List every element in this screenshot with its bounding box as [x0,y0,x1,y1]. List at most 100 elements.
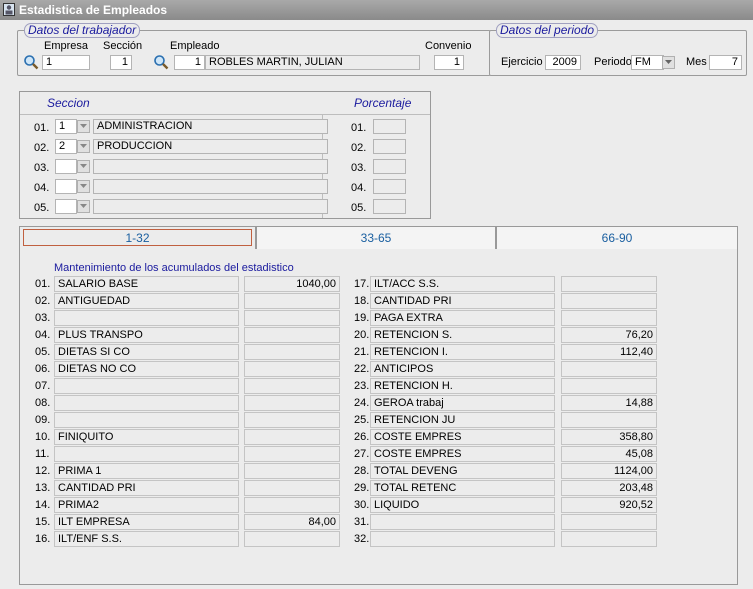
chevron-down-icon [80,204,87,208]
acumulado-value-field[interactable]: 45,08 [561,446,657,462]
tab-1-32[interactable]: 1-32 [19,226,256,250]
acumulado-value-field[interactable]: 920,52 [561,497,657,513]
acumulado-value-field[interactable] [244,497,340,513]
acumulado-number: 19. [354,312,370,324]
seccion-code-field[interactable] [55,199,77,214]
seccion-name-field [93,199,328,214]
acumulado-value-field[interactable]: 112,40 [561,344,657,360]
trabajador-legend: Datos del trabajador [24,23,141,38]
acumulado-number: 21. [354,346,370,358]
acumulado-value-field[interactable] [561,531,657,547]
seccion-label: Sección [103,40,143,52]
acumulado-value-field[interactable] [561,412,657,428]
acumulado-value-field[interactable] [244,412,340,428]
acumulado-number: 08. [35,397,51,409]
ejercicio-field[interactable]: 2009 [545,55,581,70]
seccion-row-number: 04. [34,182,50,194]
periodo-select[interactable]: FM [631,55,664,70]
acumulado-value-field[interactable] [561,378,657,394]
seccion-dropdown-button[interactable] [77,140,90,153]
seccion-code-field[interactable]: 2 [55,139,77,154]
seccion-dropdown-button[interactable] [77,180,90,193]
acumulado-value-field[interactable] [244,429,340,445]
acumulado-value-field[interactable] [561,293,657,309]
seccion-dropdown-button[interactable] [77,120,90,133]
seccion-row-number: 02. [34,142,50,154]
seccion-code-field[interactable]: 1 [55,119,77,134]
acumulado-concept: RETENCION H. [370,378,555,394]
acumulado-value-field[interactable] [244,361,340,377]
window-titlebar[interactable]: Estadistica de Empleados [0,0,753,20]
acumulado-concept: ANTICIPOS [370,361,555,377]
acumulado-concept: RETENCION JU [370,412,555,428]
porcentaje-field[interactable] [373,179,406,194]
porcentaje-field[interactable] [373,199,406,214]
acumulado-value-field[interactable] [244,446,340,462]
tab-66-90[interactable]: 66-90 [496,226,738,250]
acumulado-value-field[interactable]: 358,80 [561,429,657,445]
seccion-name-field [93,179,328,194]
acumulado-value-field[interactable] [561,310,657,326]
acumulado-value-field[interactable]: 1040,00 [244,276,340,292]
acumulado-number: 07. [35,380,51,392]
acumulado-concept: PAGA EXTRA [370,310,555,326]
porcentaje-row-number: 03. [351,162,367,174]
acumulado-value-field[interactable]: 84,00 [244,514,340,530]
porcentaje-field[interactable] [373,159,406,174]
porcentaje-row-number: 05. [351,202,367,214]
acumulado-value-field[interactable] [244,344,340,360]
acumulado-value-field[interactable] [244,310,340,326]
acumulado-concept: TOTAL RETENC [370,480,555,496]
empresa-label: Empresa [44,40,89,52]
acumulado-value-field[interactable] [561,361,657,377]
acumulado-value-field[interactable] [244,378,340,394]
porcentaje-row-number: 02. [351,142,367,154]
periodo-legend: Datos del periodo [496,23,599,38]
acumulado-value-field[interactable] [561,276,657,292]
mes-label: Mes [686,56,707,68]
porcentaje-header: Porcentaje [354,96,412,110]
convenio-field[interactable]: 1 [434,55,464,70]
acumulado-value-field[interactable]: 1124,00 [561,463,657,479]
acumulado-concept [370,514,555,530]
tab-33-65[interactable]: 33-65 [256,226,496,250]
acumulado-concept: DIETAS SI CO [54,344,239,360]
acumulado-value-field[interactable]: 203,48 [561,480,657,496]
seccion-code-field[interactable] [55,179,77,194]
seccion-row-number: 03. [34,162,50,174]
acumulado-number: 16. [35,533,51,545]
periodo-dropdown-button[interactable] [662,56,675,69]
acumulado-value-field[interactable] [244,395,340,411]
porcentaje-field[interactable] [373,119,406,134]
seccion-dropdown-button[interactable] [77,160,90,173]
porcentaje-field[interactable] [373,139,406,154]
seccion-dropdown-button[interactable] [77,200,90,213]
acumulado-concept [54,378,239,394]
seccion-name-field: ADMINISTRACION [93,119,328,134]
acumulado-value-field[interactable] [244,327,340,343]
acumulado-number: 24. [354,397,370,409]
empresa-field[interactable]: 1 [42,55,90,70]
acumulado-value-field[interactable]: 76,20 [561,327,657,343]
acumulado-value-field[interactable] [244,293,340,309]
acumulado-value-field[interactable] [244,531,340,547]
acumulado-concept: ILT/ACC S.S. [370,276,555,292]
search-empresa-icon[interactable] [23,54,39,70]
acumulado-concept: FINIQUITO [54,429,239,445]
seccion-field[interactable]: 1 [110,55,132,70]
acumulado-value-field[interactable] [244,463,340,479]
acumulado-number: 30. [354,499,370,511]
chevron-down-icon [80,144,87,148]
seccion-code-field[interactable] [55,159,77,174]
empleado-code-field[interactable]: 1 [174,55,205,70]
search-empleado-icon[interactable] [153,54,169,70]
acumulado-value-field[interactable]: 14,88 [561,395,657,411]
acumulado-number: 02. [35,295,51,307]
acumulado-number: 09. [35,414,51,426]
mes-field[interactable]: 7 [709,55,742,70]
acumulado-value-field[interactable] [244,480,340,496]
acumulado-number: 04. [35,329,51,341]
acumulado-number: 22. [354,363,370,375]
acumulado-number: 10. [35,431,51,443]
acumulado-value-field[interactable] [561,514,657,530]
